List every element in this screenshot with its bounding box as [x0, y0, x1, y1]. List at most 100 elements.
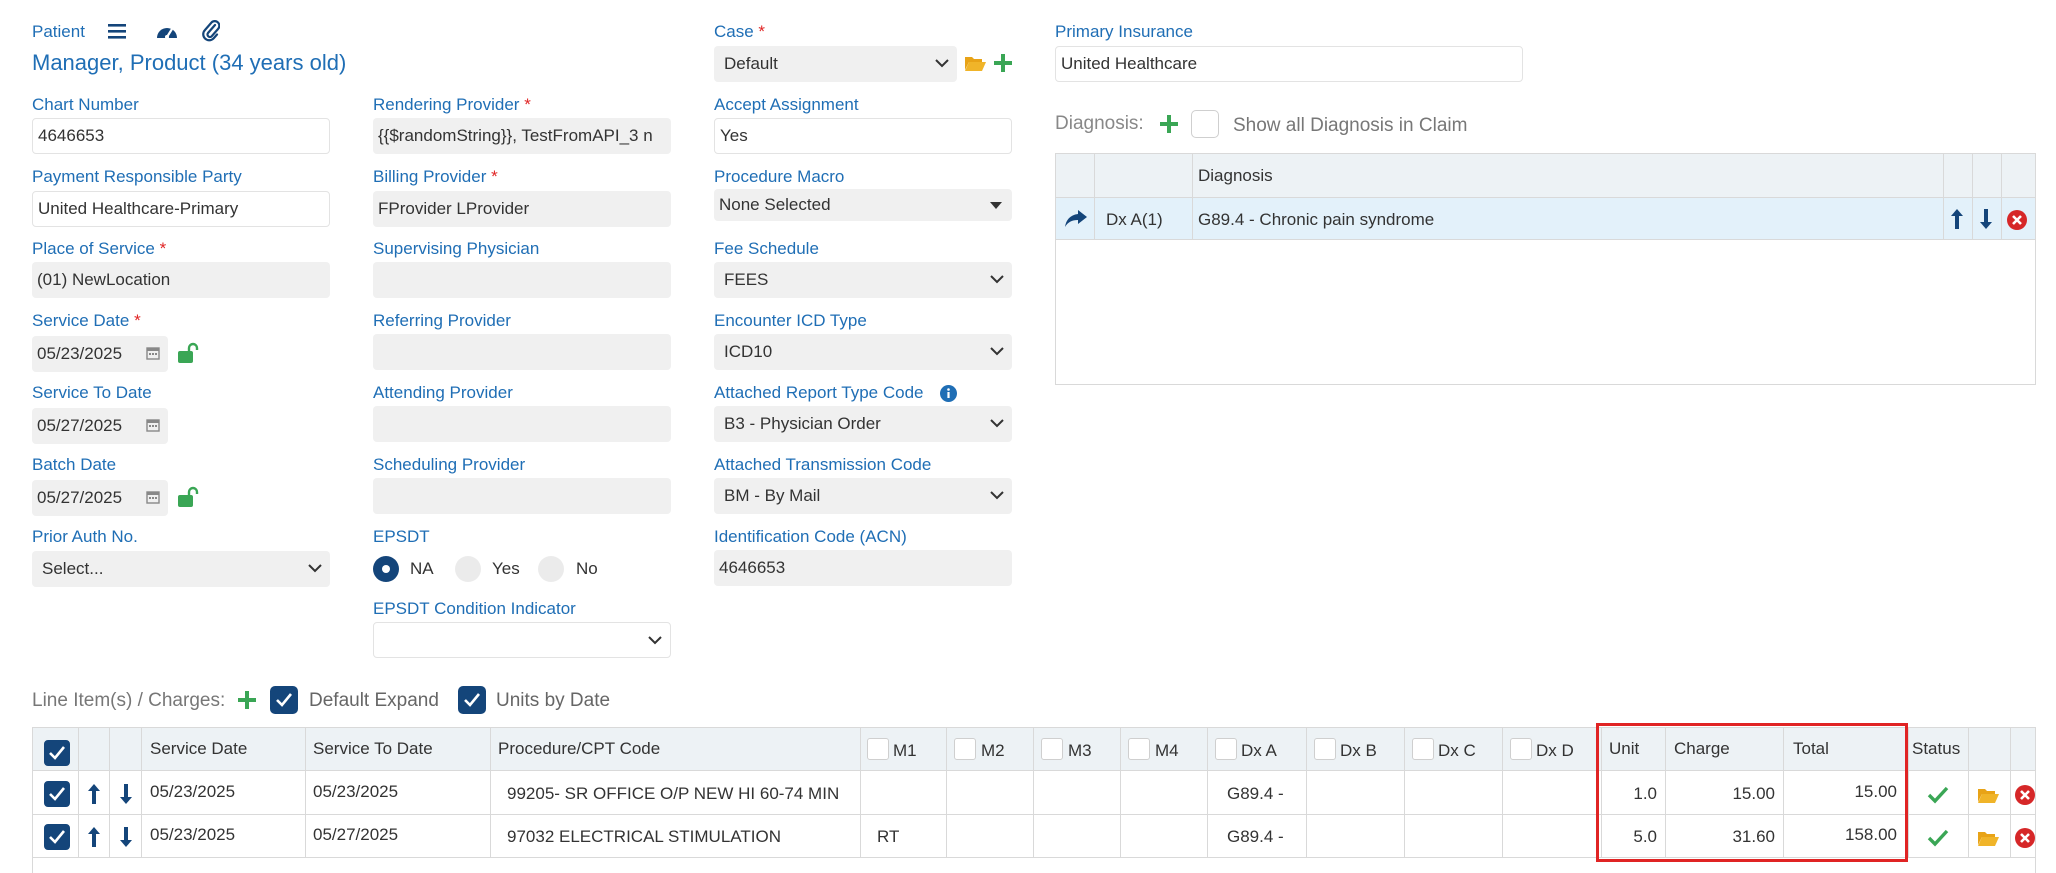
- dashboard-icon[interactable]: [155, 21, 179, 46]
- transmission-code-select[interactable]: BM - By Mail: [714, 478, 1012, 514]
- rendering-provider-field[interactable]: {{$randomString}}, TestFromAPI_3 n: [373, 118, 671, 154]
- add-case-icon[interactable]: [994, 54, 1012, 77]
- place-of-service-field[interactable]: (01) NewLocation: [32, 262, 330, 298]
- dxa-header: Dx A: [1241, 741, 1277, 760]
- procedure-cell[interactable]: 97032 ELECTRICAL STIMULATION: [507, 827, 853, 847]
- service-date-label: Service Date *: [32, 311, 141, 330]
- share-arrow-icon[interactable]: [1065, 210, 1087, 233]
- calendar-icon[interactable]: [146, 418, 160, 432]
- chevron-down-icon: [990, 478, 1004, 500]
- epsdt-radio-yes[interactable]: [455, 556, 481, 582]
- scheduling-provider-field[interactable]: [373, 478, 671, 514]
- default-expand-checkbox[interactable]: [270, 686, 298, 714]
- status-header: Status: [1912, 739, 1961, 758]
- dxc-checkbox[interactable]: [1412, 738, 1434, 760]
- menu-icon[interactable]: [108, 22, 126, 45]
- service-date-field[interactable]: 05/23/2025: [32, 336, 168, 372]
- add-diagnosis-icon[interactable]: [1160, 115, 1178, 138]
- report-type-select[interactable]: B3 - Physician Order: [714, 406, 1012, 442]
- m3-header: M3: [1068, 741, 1092, 760]
- dxd-checkbox[interactable]: [1510, 738, 1532, 760]
- chart-number-label: Chart Number: [32, 95, 139, 114]
- arrow-down-icon[interactable]: [1980, 209, 1992, 234]
- epsdt-radio-na[interactable]: [373, 556, 399, 582]
- paperclip-icon[interactable]: [202, 20, 221, 47]
- epsdt-option-label: No: [576, 559, 598, 578]
- procedure-macro-label: Procedure Macro: [714, 167, 845, 186]
- m1-checkbox[interactable]: [867, 738, 889, 760]
- dxa-checkbox[interactable]: [1215, 738, 1237, 760]
- dxd-header: Dx D: [1536, 741, 1574, 760]
- referring-provider-label: Referring Provider: [373, 311, 511, 330]
- patient-name[interactable]: Manager, Product (34 years old): [32, 50, 346, 76]
- check-status-icon: [1927, 829, 1949, 852]
- calendar-icon[interactable]: [146, 490, 160, 504]
- diagnosis-table: Diagnosis Dx A(1) G89.4 - Chronic pain s…: [1055, 153, 2036, 385]
- accept-assignment-field[interactable]: Yes: [714, 118, 1012, 154]
- prior-auth-select[interactable]: Select...: [32, 551, 330, 587]
- folder-open-icon[interactable]: [964, 54, 986, 77]
- scheduling-provider-label: Scheduling Provider: [373, 455, 526, 474]
- remove-icon[interactable]: [2007, 210, 2027, 235]
- row-checkbox[interactable]: [44, 781, 70, 807]
- prior-auth-label: Prior Auth No.: [32, 527, 138, 546]
- arrow-down-icon[interactable]: [120, 827, 132, 852]
- epsdt-label: EPSDT: [373, 527, 430, 546]
- caret-down-icon: [990, 202, 1002, 209]
- batch-date-label: Batch Date: [32, 455, 117, 474]
- procedure-cell[interactable]: 99205- SR OFFICE O/P NEW HI 60-74 MIN: [507, 784, 853, 804]
- folder-open-icon[interactable]: [1977, 786, 1999, 809]
- billing-provider-label: Billing Provider *: [373, 167, 498, 186]
- dxa-cell[interactable]: G89.4 -: [1227, 827, 1284, 847]
- encounter-icd-select[interactable]: ICD10: [714, 334, 1012, 370]
- diagnosis-code: Dx A(1): [1106, 210, 1163, 229]
- row-checkbox[interactable]: [44, 824, 70, 850]
- payment-party-field[interactable]: United Healthcare-Primary: [32, 191, 330, 227]
- folder-open-icon[interactable]: [1977, 829, 1999, 852]
- supervising-physician-field[interactable]: [373, 262, 671, 298]
- case-select[interactable]: Default: [714, 46, 957, 82]
- supervising-physician-label: Supervising Physician: [373, 239, 540, 258]
- arrow-up-icon[interactable]: [88, 784, 100, 809]
- select-all-checkbox[interactable]: [44, 740, 70, 766]
- m2-checkbox[interactable]: [954, 738, 976, 760]
- add-line-item-icon[interactable]: [238, 691, 256, 714]
- m1-cell[interactable]: RT: [877, 827, 899, 847]
- epsdt-option-label: Yes: [492, 559, 520, 578]
- remove-icon[interactable]: [2015, 785, 2035, 810]
- primary-insurance-field[interactable]: United Healthcare: [1055, 46, 1523, 82]
- info-icon[interactable]: [940, 385, 957, 407]
- service-to-date-header: Service To Date: [313, 739, 433, 758]
- check-status-icon: [1927, 786, 1949, 809]
- unlock-icon[interactable]: [176, 342, 200, 369]
- fee-schedule-select[interactable]: FEES: [714, 262, 1012, 298]
- billing-provider-field[interactable]: FProvider LProvider: [373, 191, 671, 227]
- diagnosis-description: G89.4 - Chronic pain syndrome: [1198, 210, 1435, 229]
- epsdt-radio-no[interactable]: [538, 556, 564, 582]
- highlight-box: [1596, 723, 1908, 862]
- referring-provider-field[interactable]: [373, 334, 671, 370]
- batch-date-field[interactable]: 05/27/2025: [32, 480, 168, 516]
- remove-icon[interactable]: [2015, 828, 2035, 853]
- m3-checkbox[interactable]: [1041, 738, 1063, 760]
- calendar-icon[interactable]: [146, 346, 160, 360]
- arrow-up-icon[interactable]: [1951, 209, 1963, 234]
- chart-number-field[interactable]: 4646653: [32, 118, 330, 154]
- units-by-date-checkbox[interactable]: [458, 686, 486, 714]
- dxb-checkbox[interactable]: [1314, 738, 1336, 760]
- arrow-up-icon[interactable]: [88, 827, 100, 852]
- unlock-icon[interactable]: [176, 486, 200, 513]
- procedure-macro-select[interactable]: None Selected: [714, 189, 1012, 221]
- dxa-cell[interactable]: G89.4 -: [1227, 784, 1284, 804]
- service-to-date-field[interactable]: 05/27/2025: [32, 408, 168, 444]
- place-of-service-label: Place of Service *: [32, 239, 167, 258]
- service-date-cell: 05/23/2025: [150, 825, 236, 844]
- epsdt-condition-select[interactable]: [373, 622, 671, 658]
- attending-provider-field[interactable]: [373, 406, 671, 442]
- show-all-diagnosis-checkbox[interactable]: [1191, 110, 1219, 138]
- service-to-date-label: Service To Date: [32, 383, 152, 402]
- arrow-down-icon[interactable]: [120, 784, 132, 809]
- chevron-down-icon: [990, 262, 1004, 284]
- m4-checkbox[interactable]: [1128, 738, 1150, 760]
- acn-field[interactable]: 4646653: [714, 550, 1012, 586]
